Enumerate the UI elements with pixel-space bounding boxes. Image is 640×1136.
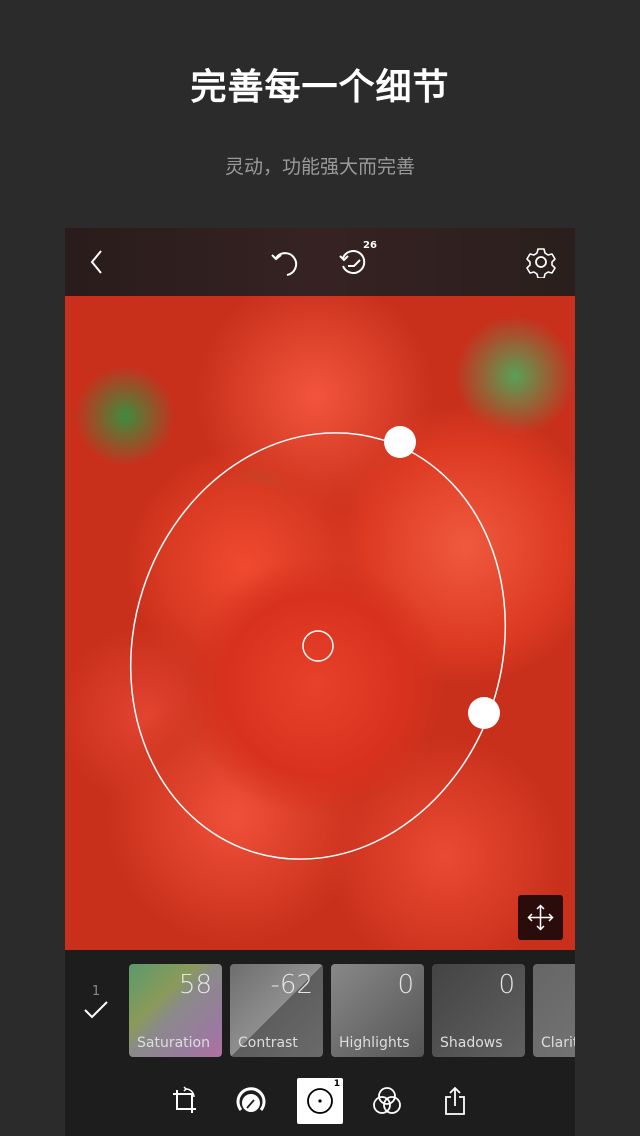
tile-label: Clarity — [541, 1035, 575, 1051]
radial-filter-tool[interactable]: 1 — [297, 1078, 343, 1124]
active-tool-badge: 1 — [333, 1079, 340, 1089]
tile-saturation[interactable]: 58 Saturation — [129, 964, 222, 1057]
apply-button[interactable]: 1 — [81, 984, 111, 1025]
blend-tool[interactable] — [364, 1078, 410, 1124]
tune-dial-icon — [236, 1087, 266, 1112]
apply-count: 1 — [91, 984, 101, 999]
move-button[interactable] — [518, 895, 563, 940]
share-icon — [445, 1086, 465, 1115]
radial-filter-icon — [307, 1088, 333, 1114]
tile-value: 0 — [397, 970, 414, 1000]
tile-contrast[interactable]: -62 Contrast — [230, 964, 323, 1057]
radial-filter-overlay[interactable] — [65, 296, 575, 950]
tile-label: Highlights — [339, 1035, 410, 1051]
page-subtitle: 灵动，功能强大而完善 — [224, 156, 415, 178]
check-icon — [84, 1001, 108, 1019]
crop-rotate-tool[interactable] — [161, 1078, 207, 1124]
tool-bar: 1 — [65, 1078, 575, 1124]
blend-icon — [373, 1087, 401, 1114]
filter-resize-handle-right — [468, 697, 500, 729]
tile-clarity[interactable]: Clarity — [533, 964, 575, 1057]
tile-highlights[interactable]: 0 Highlights — [331, 964, 424, 1057]
tile-value: 0 — [498, 970, 515, 1000]
back-icon[interactable] — [81, 246, 113, 278]
top-bar: 26 — [65, 228, 575, 296]
move-icon — [527, 904, 554, 931]
radial-filter-ellipse — [129, 432, 507, 860]
page-title: 完善每一个细节 — [190, 67, 450, 108]
tune-tool[interactable] — [228, 1078, 274, 1124]
tile-value: -62 — [270, 970, 313, 1000]
adjustment-panel: 1 58 Saturation -62 Contrast 0 Highlights 0… — [65, 950, 575, 1136]
tile-label: Shadows — [440, 1035, 503, 1051]
history-count-badge: 26 — [363, 240, 377, 251]
photo-canvas[interactable] — [65, 296, 575, 950]
tile-value: 58 — [178, 970, 212, 1000]
app-screen: 26 1 58 Saturation -62 Contrast 0 Highlight… — [65, 228, 575, 1136]
filter-center-handle — [302, 630, 334, 662]
tile-label: Contrast — [238, 1035, 298, 1051]
share-tool[interactable] — [432, 1078, 478, 1124]
adjustment-tiles: 58 Saturation -62 Contrast 0 Highlights 0 Sh… — [129, 964, 575, 1058]
settings-icon[interactable] — [525, 246, 557, 278]
tile-shadows[interactable]: 0 Shadows — [432, 964, 525, 1057]
crop-rotate-icon — [173, 1086, 196, 1113]
filter-resize-handle-top — [384, 426, 416, 458]
undo-icon[interactable] — [269, 246, 301, 278]
tile-label: Saturation — [137, 1035, 210, 1051]
